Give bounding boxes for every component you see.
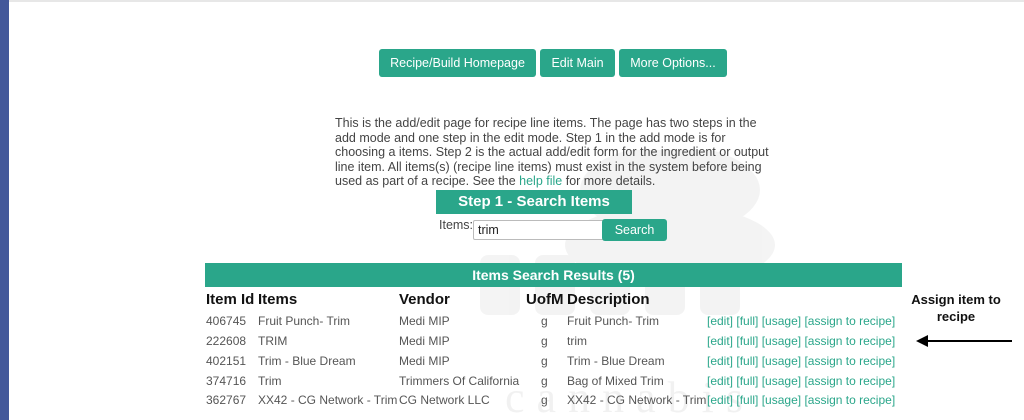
full-link[interactable]: [full] bbox=[736, 314, 758, 328]
more-options-button[interactable]: More Options... bbox=[619, 49, 727, 77]
assign-to-recipe-link[interactable]: [assign to recipe] bbox=[804, 374, 895, 388]
cell-item: XX42 - CG Network - Trim bbox=[258, 393, 398, 407]
col-item-id: Item Id bbox=[206, 291, 255, 308]
assign-to-recipe-link[interactable]: [assign to recipe] bbox=[804, 354, 895, 368]
assign-to-recipe-link[interactable]: [assign to recipe] bbox=[804, 334, 895, 348]
cell-vendor: Trimmers Of California bbox=[399, 374, 520, 388]
full-link[interactable]: [full] bbox=[736, 374, 758, 388]
left-arrow-icon bbox=[916, 335, 1012, 347]
usage-link[interactable]: [usage] bbox=[762, 393, 801, 407]
cell-uofm: g bbox=[541, 393, 548, 407]
full-link[interactable]: [full] bbox=[736, 334, 758, 348]
edit-link[interactable]: [edit] bbox=[707, 393, 733, 407]
edit-main-button[interactable]: Edit Main bbox=[540, 49, 615, 77]
top-divider bbox=[9, 0, 1024, 2]
edit-link[interactable]: [edit] bbox=[707, 374, 733, 388]
cell-description: Trim - Blue Dream bbox=[567, 354, 665, 368]
assign-annotation: Assign item to recipe bbox=[901, 291, 1011, 325]
recipe-homepage-button[interactable]: Recipe/Build Homepage bbox=[379, 49, 536, 77]
col-uofm: UofM bbox=[526, 291, 564, 308]
cell-item: Fruit Punch- Trim bbox=[258, 314, 351, 328]
results-header: Items Search Results (5) bbox=[205, 263, 902, 287]
table-row: 402151 Trim - Blue Dream Medi MIP g Trim… bbox=[0, 352, 1024, 370]
cell-item: TRIM bbox=[258, 334, 288, 348]
cell-description: Fruit Punch- Trim bbox=[567, 314, 660, 328]
cell-item: Trim - Blue Dream bbox=[258, 354, 356, 368]
row-actions: [edit] [full] [usage] [assign to recipe] bbox=[707, 372, 895, 390]
cell-uofm: g bbox=[541, 334, 548, 348]
cell-description: trim bbox=[567, 334, 587, 348]
table-row: 222608 TRIM Medi MIP g trim [edit] [full… bbox=[0, 332, 1024, 350]
col-vendor: Vendor bbox=[399, 291, 450, 308]
cell-vendor: Medi MIP bbox=[399, 334, 450, 348]
intro-text-after: for more details. bbox=[562, 174, 656, 189]
help-file-link[interactable]: help file bbox=[519, 174, 562, 188]
edit-link[interactable]: [edit] bbox=[707, 334, 733, 348]
cell-uofm: g bbox=[541, 354, 548, 368]
cell-description: XX42 - CG Network - Trim bbox=[567, 393, 707, 407]
edit-link[interactable]: [edit] bbox=[707, 314, 733, 328]
cell-vendor: CG Network LLC bbox=[399, 393, 490, 407]
cell-id: 402151 bbox=[206, 354, 247, 368]
intro-text: This is the add/edit page for recipe lin… bbox=[335, 116, 775, 189]
annotation-line-1: Assign item to bbox=[911, 292, 1001, 307]
search-button[interactable]: Search bbox=[602, 219, 667, 241]
cell-id: 374716 bbox=[206, 374, 247, 388]
edit-link[interactable]: [edit] bbox=[707, 354, 733, 368]
usage-link[interactable]: [usage] bbox=[762, 374, 801, 388]
cell-vendor: Medi MIP bbox=[399, 354, 450, 368]
full-link[interactable]: [full] bbox=[736, 354, 758, 368]
row-actions: [edit] [full] [usage] [assign to recipe] bbox=[707, 391, 895, 409]
cell-vendor: Medi MIP bbox=[399, 314, 450, 328]
cell-uofm: g bbox=[541, 314, 548, 328]
col-items: Items bbox=[258, 291, 298, 308]
cell-description: Bag of Mixed Trim bbox=[567, 374, 664, 388]
table-row: 362767 XX42 - CG Network - Trim CG Netwo… bbox=[0, 391, 1024, 409]
cell-item: Trim bbox=[258, 374, 282, 388]
cell-id: 362767 bbox=[206, 393, 247, 407]
assign-to-recipe-link[interactable]: [assign to recipe] bbox=[804, 393, 895, 407]
top-nav: Recipe/Build Homepage Edit Main More Opt… bbox=[0, 49, 1024, 77]
full-link[interactable]: [full] bbox=[736, 393, 758, 407]
usage-link[interactable]: [usage] bbox=[762, 314, 801, 328]
usage-link[interactable]: [usage] bbox=[762, 354, 801, 368]
row-actions: [edit] [full] [usage] [assign to recipe] bbox=[707, 312, 895, 330]
col-description: Description bbox=[567, 291, 650, 308]
row-actions: [edit] [full] [usage] [assign to recipe] bbox=[707, 352, 895, 370]
cell-uofm: g bbox=[541, 374, 548, 388]
cell-id: 406745 bbox=[206, 314, 247, 328]
table-row: 406745 Fruit Punch- Trim Medi MIP g Frui… bbox=[0, 312, 1024, 330]
items-label: Items: bbox=[439, 218, 474, 232]
table-row: 374716 Trim Trimmers Of California g Bag… bbox=[0, 372, 1024, 390]
annotation-line-2: recipe bbox=[936, 309, 976, 324]
usage-link[interactable]: [usage] bbox=[762, 334, 801, 348]
assign-to-recipe-link[interactable]: [assign to recipe] bbox=[804, 314, 895, 328]
row-actions: [edit] [full] [usage] [assign to recipe] bbox=[707, 332, 895, 350]
step1-header: Step 1 - Search Items bbox=[436, 190, 632, 214]
cell-id: 222608 bbox=[206, 334, 247, 348]
